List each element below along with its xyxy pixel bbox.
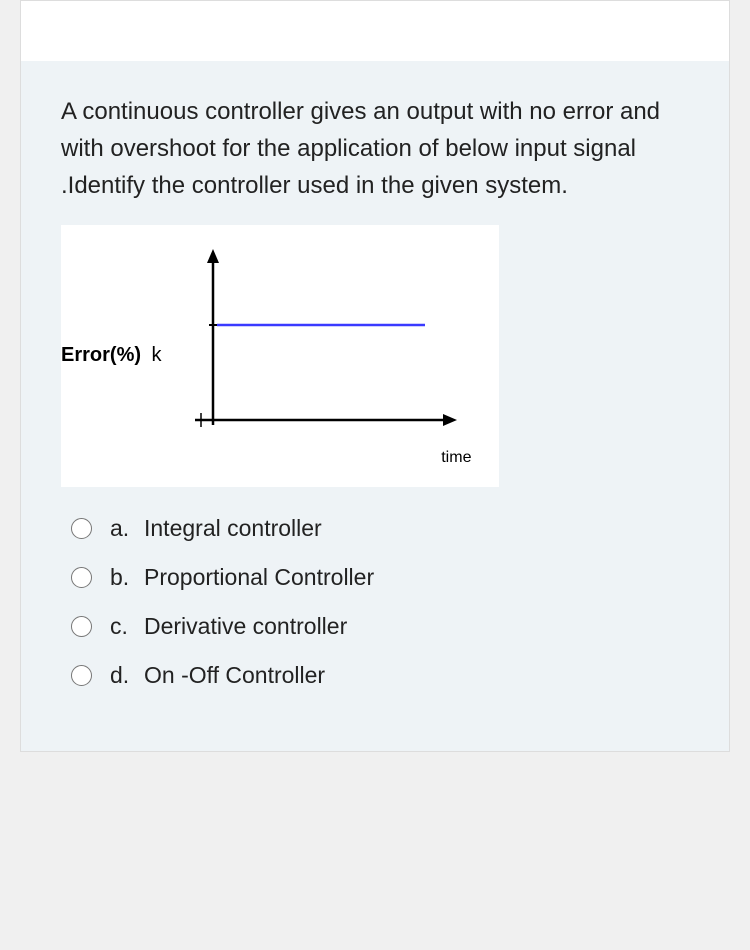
option-c[interactable]: c. Derivative controller (71, 613, 689, 640)
radio-b[interactable] (71, 567, 92, 588)
option-letter: c. (110, 613, 144, 640)
option-label: On -Off Controller (144, 662, 325, 689)
question-text: A continuous controller gives an output … (61, 93, 689, 205)
y-axis-label: Error(%) (61, 344, 141, 366)
radio-a[interactable] (71, 518, 92, 539)
option-letter: d. (110, 662, 144, 689)
question-panel: A continuous controller gives an output … (21, 61, 729, 751)
option-a[interactable]: a. Integral controller (71, 515, 689, 542)
radio-c[interactable] (71, 616, 92, 637)
option-label: Derivative controller (144, 613, 347, 640)
option-label: Proportional Controller (144, 564, 374, 591)
option-label: Integral controller (144, 515, 322, 542)
option-b[interactable]: b. Proportional Controller (71, 564, 689, 591)
option-letter: a. (110, 515, 144, 542)
question-card: A continuous controller gives an output … (20, 0, 730, 752)
options-list: a. Integral controller b. Proportional C… (61, 515, 689, 689)
option-letter: b. (110, 564, 144, 591)
chart-container: Error(%) k (61, 225, 499, 487)
radio-d[interactable] (71, 665, 92, 686)
option-d[interactable]: d. On -Off Controller (71, 662, 689, 689)
y-axis-label-block: Error(%) k (61, 344, 165, 367)
x-axis-label: time (165, 449, 475, 467)
chart-svg (165, 245, 475, 455)
y-tick-label: k (151, 344, 161, 366)
